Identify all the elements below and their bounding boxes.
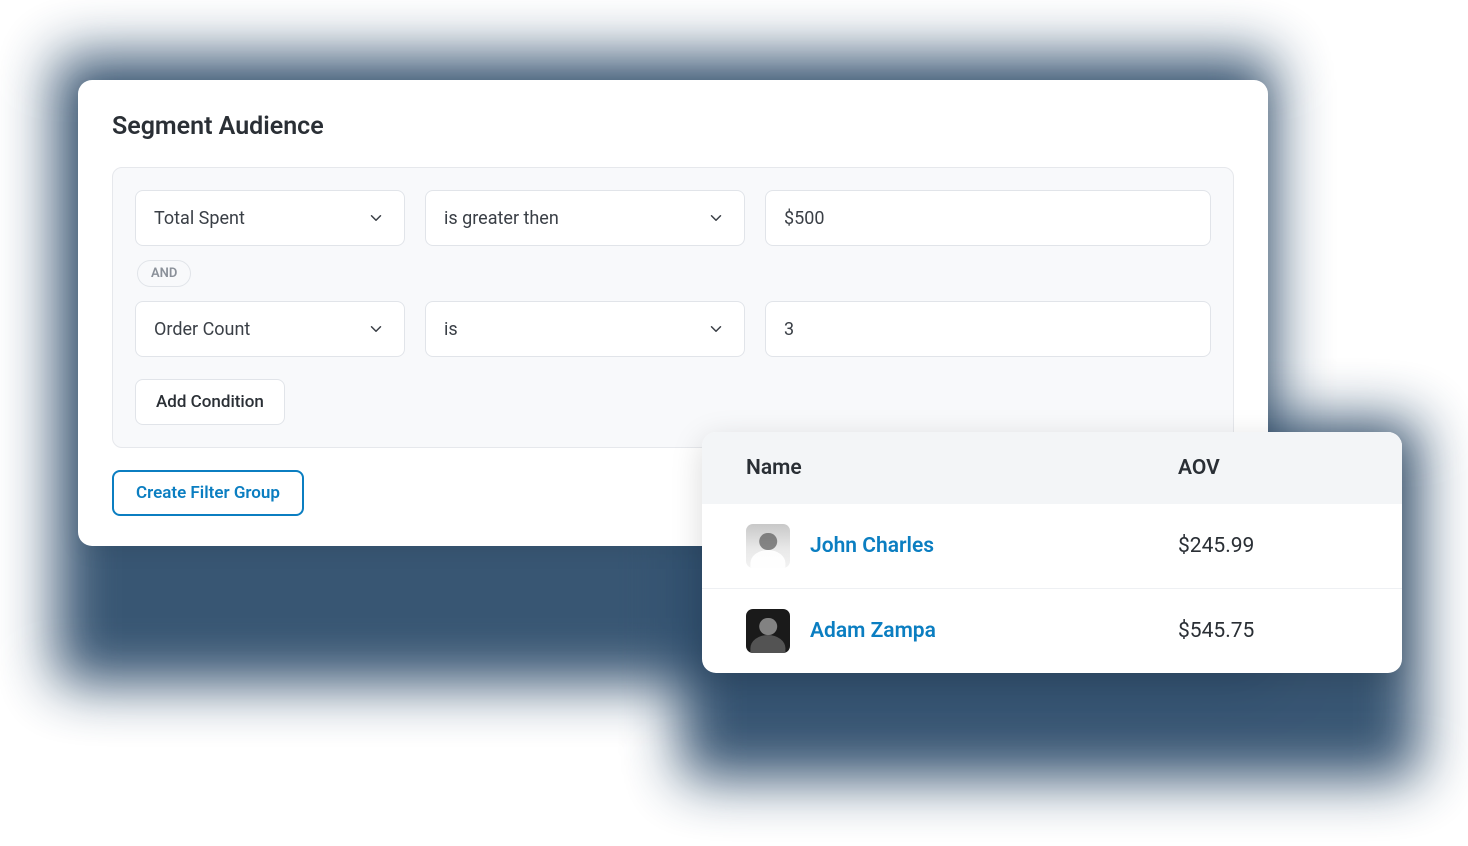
create-filter-group-button[interactable]: Create Filter Group [112, 470, 304, 516]
field-select[interactable]: Total Spent [135, 190, 405, 246]
segment-title: Segment Audience [112, 112, 1234, 141]
add-condition-button[interactable]: Add Condition [135, 379, 285, 425]
avatar [746, 609, 790, 653]
operator-select[interactable]: is greater then [425, 190, 745, 246]
value-input-text: $500 [784, 208, 824, 229]
table-row: Adam Zampa $545.75 [702, 589, 1402, 673]
condition-row: Total Spent is greater then $500 [135, 190, 1211, 246]
person-name-link[interactable]: Adam Zampa [810, 619, 1178, 643]
person-name-link[interactable]: John Charles [810, 534, 1178, 558]
field-select-value: Total Spent [154, 208, 245, 229]
chevron-down-icon [366, 208, 386, 228]
condition-row: Order Count is 3 [135, 301, 1211, 357]
filter-block: Total Spent is greater then $500 AND Ord… [112, 167, 1234, 448]
and-joiner-pill: AND [137, 260, 191, 287]
value-input-text: 3 [784, 319, 794, 340]
aov-value: $245.99 [1178, 534, 1358, 558]
table-row: John Charles $245.99 [702, 504, 1402, 589]
value-input[interactable]: 3 [765, 301, 1211, 357]
operator-select[interactable]: is [425, 301, 745, 357]
column-header-aov: AOV [1178, 456, 1358, 480]
field-select-value: Order Count [154, 319, 250, 340]
chevron-down-icon [706, 208, 726, 228]
avatar [746, 524, 790, 568]
operator-select-value: is [444, 319, 458, 340]
aov-value: $545.75 [1178, 619, 1358, 643]
chevron-down-icon [366, 319, 386, 339]
value-input[interactable]: $500 [765, 190, 1211, 246]
column-header-name: Name [746, 456, 1178, 480]
field-select[interactable]: Order Count [135, 301, 405, 357]
results-card: Name AOV John Charles $245.99 Adam Zampa… [702, 432, 1402, 673]
results-header: Name AOV [702, 432, 1402, 504]
operator-select-value: is greater then [444, 208, 559, 229]
chevron-down-icon [706, 319, 726, 339]
